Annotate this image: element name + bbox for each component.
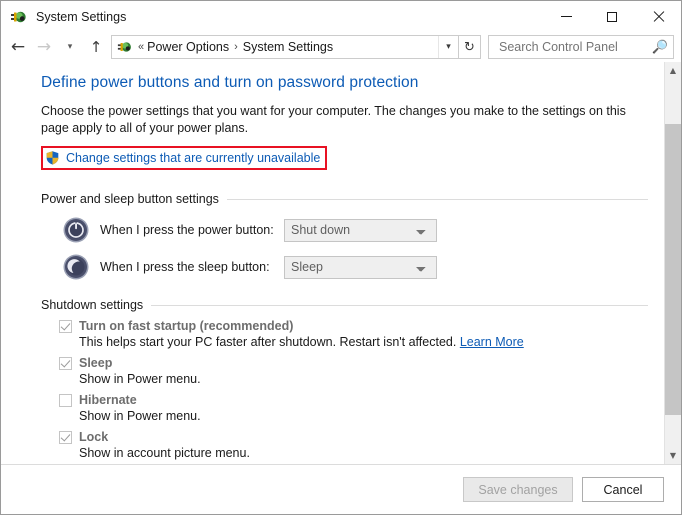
settings-pane: Define power buttons and turn on passwor… — [1, 62, 664, 464]
sleep-button-action-select[interactable]: Sleep — [284, 255, 437, 279]
sleep-label: Sleep — [79, 356, 113, 370]
checkbox-item-fast-startup: Turn on fast startup (recommended) This … — [41, 319, 648, 349]
scrollbar-thumb[interactable] — [665, 124, 681, 415]
uac-shield-icon — [45, 150, 60, 166]
sleep-button-icon — [63, 254, 89, 280]
section-heading: Power and sleep button settings — [41, 192, 648, 206]
window-title: System Settings — [36, 9, 127, 24]
checkbox-item-lock: Lock Show in account picture menu. — [41, 430, 648, 460]
section-power-sleep-button-settings: Power and sleep button settings When I p… — [41, 192, 648, 280]
lock-label: Lock — [79, 430, 109, 444]
title-bar: System Settings — [1, 1, 681, 32]
power-options-icon — [117, 39, 133, 55]
lock-checkbox[interactable] — [59, 430, 72, 444]
fast-startup-description: This helps start your PC faster after sh… — [79, 335, 648, 349]
section-heading: Shutdown settings — [41, 298, 648, 312]
maximize-icon — [607, 11, 617, 22]
power-button-icon — [63, 217, 89, 243]
fast-startup-label: Turn on fast startup (recommended) — [79, 319, 294, 333]
page-title: Define power buttons and turn on passwor… — [41, 74, 419, 91]
chevron-down-icon: ▾ — [67, 42, 73, 52]
chevron-down-icon: ▾ — [446, 42, 451, 52]
section-shutdown-settings: Shutdown settings Turn on fast startup (… — [41, 298, 648, 460]
minimize-icon — [560, 16, 572, 17]
change-settings-highlight: Change settings that are currently unava… — [41, 146, 328, 170]
hibernate-description: Show in Power menu. — [79, 409, 201, 423]
section-divider — [151, 304, 648, 306]
refresh-button[interactable]: ↻ — [459, 35, 481, 59]
search-box[interactable]: 🔍 — [488, 35, 674, 59]
section-divider — [226, 198, 648, 200]
sleep-button-row: When I press the sleep button: Sleep — [41, 254, 648, 280]
section-heading-label: Power and sleep button settings — [41, 192, 219, 206]
system-settings-window: System Settings ← → ▾ ↑ « Power Options … — [0, 0, 682, 515]
hibernate-label: Hibernate — [79, 393, 137, 407]
maximize-button[interactable] — [589, 1, 635, 32]
sleep-checkbox[interactable] — [59, 356, 72, 370]
breadcrumb-item-power-options[interactable]: Power Options — [147, 40, 229, 54]
scroll-down-button[interactable]: ▼ — [665, 447, 681, 464]
breadcrumb-dropdown-button[interactable]: ▾ — [438, 36, 458, 58]
fast-startup-checkbox[interactable] — [59, 319, 72, 333]
window-controls — [543, 1, 681, 32]
sleep-button-label: When I press the sleep button: — [100, 260, 270, 274]
dialog-footer: Save changes Cancel — [1, 464, 681, 514]
scroll-up-button[interactable]: ▲ — [665, 62, 681, 79]
breadcrumb[interactable]: « Power Options › System Settings ▾ — [111, 35, 459, 59]
sleep-description: Show in Power menu. — [79, 372, 201, 386]
power-button-label: When I press the power button: — [100, 223, 274, 237]
checkbox-item-sleep: Sleep Show in Power menu. — [41, 356, 648, 386]
content-area: Define power buttons and turn on passwor… — [1, 62, 681, 464]
vertical-scrollbar[interactable]: ▲ ▼ — [664, 62, 681, 464]
arrow-right-icon: → — [36, 36, 52, 57]
system-settings-icon — [10, 8, 28, 26]
breadcrumb-item-system-settings[interactable]: System Settings — [243, 40, 333, 54]
save-changes-button[interactable]: Save changes — [463, 477, 573, 502]
section-heading-label: Shutdown settings — [41, 298, 144, 312]
address-bar: ← → ▾ ↑ « Power Options › System Setting… — [1, 32, 681, 62]
recent-locations-button[interactable]: ▾ — [57, 34, 83, 60]
back-button[interactable]: ← — [5, 34, 31, 60]
close-icon — [653, 11, 664, 22]
chevron-up-icon: ▲ — [669, 66, 677, 75]
search-input[interactable] — [497, 39, 652, 55]
chevron-down-icon: ▼ — [669, 451, 677, 460]
learn-more-link[interactable]: Learn More — [460, 335, 524, 349]
cancel-button[interactable]: Cancel — [582, 477, 664, 502]
page-description: Choose the power settings that you want … — [41, 104, 626, 135]
lock-description: Show in account picture menu. — [79, 446, 250, 460]
power-button-action-select[interactable]: Shut down — [284, 218, 437, 242]
minimize-button[interactable] — [543, 1, 589, 32]
breadcrumb-separator: › — [234, 41, 238, 53]
search-icon[interactable]: 🔍 — [652, 40, 668, 55]
change-settings-link[interactable]: Change settings that are currently unava… — [66, 151, 320, 165]
arrow-up-icon: ↑ — [89, 38, 103, 56]
arrow-left-icon: ← — [10, 36, 26, 57]
close-button[interactable] — [635, 1, 681, 32]
hibernate-checkbox[interactable] — [59, 393, 72, 407]
power-button-row: When I press the power button: Shut down — [41, 217, 648, 243]
forward-button[interactable]: → — [31, 34, 57, 60]
refresh-icon: ↻ — [464, 39, 475, 55]
checkbox-item-hibernate: Hibernate Show in Power menu. — [41, 393, 648, 423]
scrollbar-track[interactable] — [665, 79, 681, 447]
breadcrumb-overflow[interactable]: « — [138, 41, 144, 53]
fast-startup-description-text: This helps start your PC faster after sh… — [79, 335, 457, 349]
up-button[interactable]: ↑ — [83, 34, 109, 60]
